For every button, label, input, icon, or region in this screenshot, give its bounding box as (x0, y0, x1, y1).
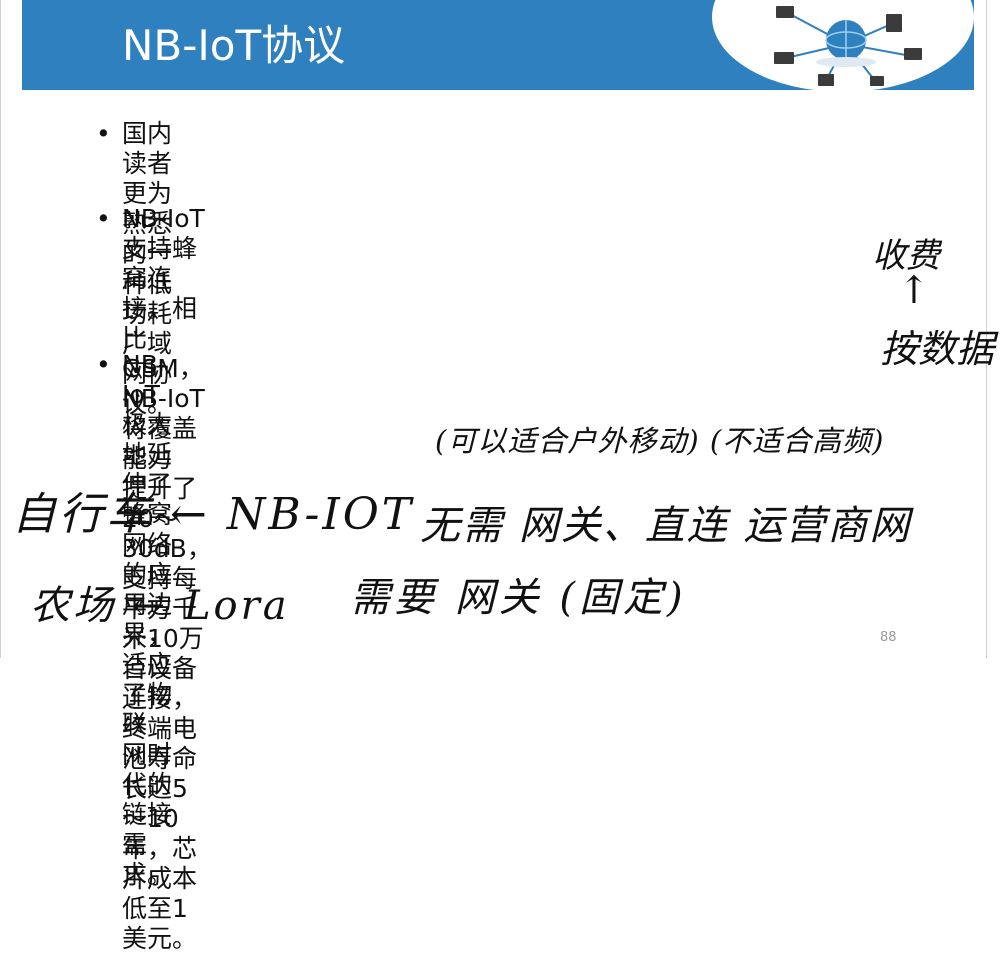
handwritten-note: (可以适合户外移动) (不适合高频) (435, 424, 885, 458)
bullet-dot: • (96, 204, 111, 233)
page-number: 88 (880, 630, 897, 645)
network-globe-icon (774, 6, 922, 86)
bullet-dot: • (96, 119, 111, 148)
handwritten-note: 无需 网关、直连 运营商网 (420, 503, 912, 549)
handwritten-note: 自行车 ← NB-IOT (12, 489, 415, 540)
bullet-dot: • (96, 350, 111, 379)
slide-title: NB-IoT协议 (122, 21, 346, 70)
handwritten-margin-note: 按数据 (880, 327, 995, 371)
slide-border-left (0, 0, 1, 658)
handwritten-margin-arrow: ↑ (898, 268, 930, 312)
handwritten-note: 需要 网关 (固定) (350, 575, 687, 621)
handwritten-note: 农场 ← Lora (30, 583, 290, 629)
